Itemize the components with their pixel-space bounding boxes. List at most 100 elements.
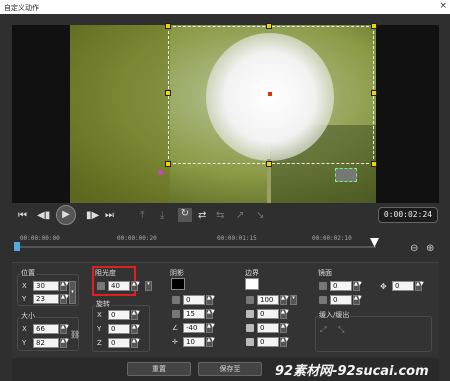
reset-button[interactable]: 重置 bbox=[127, 362, 191, 376]
fade-in-icon[interactable]: ⤢ bbox=[320, 325, 326, 335]
step-back-icon[interactable]: ◀▮ bbox=[37, 210, 50, 221]
position-label: 位置 bbox=[20, 268, 36, 278]
playback-controls: ⏮ ◀▮ ▶ ▮▶ ⏭ ⤒ ⤓ ↻ ⇄ ⇆ ↗ ↘ bbox=[12, 205, 439, 227]
shadow-value-1[interactable]: 0 bbox=[183, 295, 205, 305]
shadow-value-3[interactable]: -40 bbox=[183, 323, 205, 333]
move-icon: ✥ bbox=[380, 282, 387, 291]
shadow-value-4[interactable]: 10 bbox=[183, 337, 205, 347]
position-dropdown[interactable]: ▾ bbox=[69, 281, 76, 304]
opacity-icon bbox=[97, 282, 105, 290]
mini-frame[interactable] bbox=[335, 168, 357, 182]
link-icon[interactable]: ⛓ bbox=[70, 330, 80, 339]
opacity-input[interactable]: 40 bbox=[108, 281, 130, 291]
size-y-spinner[interactable]: ▲▼ bbox=[60, 338, 69, 348]
tick-label: 00:00:00:20 bbox=[117, 235, 157, 242]
mirror-blur-icon bbox=[319, 296, 327, 304]
handle-top-right[interactable] bbox=[371, 23, 377, 29]
handle-left[interactable] bbox=[165, 90, 171, 96]
rotation-x-input[interactable]: 0 bbox=[108, 310, 130, 320]
rotation-label: 旋转 bbox=[95, 299, 111, 309]
border-color-swatch[interactable] bbox=[245, 278, 259, 290]
opacity-label: 阻光度 bbox=[95, 269, 116, 277]
shadow-spinner-1[interactable]: ▲▼ bbox=[206, 295, 215, 305]
rotation-y-input[interactable]: 0 bbox=[108, 324, 130, 334]
border-width-icon bbox=[246, 310, 254, 318]
tick-label: 00:00:00:00 bbox=[20, 235, 60, 242]
border-value-4[interactable]: 0 bbox=[257, 337, 279, 347]
zoom-out-icon[interactable]: ⊖ bbox=[410, 243, 418, 254]
position-x-spinner[interactable]: ▲▼ bbox=[60, 281, 69, 291]
position-y-spinner[interactable]: ▲▼ bbox=[60, 294, 69, 304]
mirror-label: 镜面 bbox=[318, 269, 332, 277]
handle-right[interactable] bbox=[371, 90, 377, 96]
border-value-3[interactable]: 0 bbox=[257, 323, 279, 333]
rotation-z-input[interactable]: 0 bbox=[108, 338, 130, 348]
save-to-button[interactable]: 保存至 bbox=[198, 362, 262, 376]
fade-out-icon[interactable]: ⤡ bbox=[338, 325, 344, 335]
mirror-opacity-icon bbox=[319, 282, 327, 290]
shadow-color-swatch[interactable] bbox=[171, 278, 185, 290]
size-x-input[interactable]: 66 bbox=[33, 324, 59, 334]
fade-label: 缓入/缓出 bbox=[318, 310, 351, 320]
tool-icon-5[interactable]: ⇆ bbox=[216, 210, 224, 221]
mirror-value-2[interactable]: 0 bbox=[330, 295, 352, 305]
timecode-display[interactable]: 0:00:02:24 bbox=[378, 207, 438, 223]
handle-bottom-left[interactable] bbox=[165, 161, 171, 167]
step-forward-icon[interactable]: ▮▶ bbox=[86, 210, 99, 221]
pivot-handle[interactable] bbox=[158, 170, 163, 175]
play-button[interactable]: ▶ bbox=[56, 205, 76, 225]
tool-icon-7[interactable]: ↘ bbox=[256, 210, 264, 221]
border-opacity-icon bbox=[246, 296, 254, 304]
shadow-value-2[interactable]: 15 bbox=[183, 309, 205, 319]
rotation-y-spinner[interactable]: ▲▼ bbox=[131, 324, 140, 334]
shadow-spinner-2[interactable]: ▲▼ bbox=[206, 309, 215, 319]
shadow-spinner-3[interactable]: ▲▼ bbox=[206, 323, 215, 333]
mirror-value-1[interactable]: 0 bbox=[330, 281, 352, 291]
border-spinner-1[interactable]: ▲▼ bbox=[280, 295, 289, 305]
mirror-value-3[interactable]: 0 bbox=[392, 281, 414, 291]
home-icon[interactable]: ⏮ bbox=[18, 210, 27, 221]
center-point[interactable] bbox=[268, 92, 272, 96]
tool-icon-2[interactable]: ⤓ bbox=[160, 210, 164, 221]
rotation-x-spinner[interactable]: ▲▼ bbox=[131, 310, 140, 320]
border-spinner-4[interactable]: ▲▼ bbox=[280, 337, 289, 347]
y-label: Y bbox=[22, 339, 27, 347]
angle-icon: ∠ bbox=[172, 324, 179, 332]
border-spinner-3[interactable]: ▲▼ bbox=[280, 323, 289, 333]
handle-bottom[interactable] bbox=[266, 161, 272, 167]
keyframe-start[interactable] bbox=[14, 242, 20, 251]
shadow-opacity-icon bbox=[172, 296, 180, 304]
border-corner-icon bbox=[246, 324, 254, 332]
swap-icon[interactable]: ⇄ bbox=[198, 210, 206, 221]
size-y-input[interactable]: 82 bbox=[33, 338, 59, 348]
shadow-spinner-4[interactable]: ▲▼ bbox=[206, 337, 215, 347]
rotation-z-spinner[interactable]: ▲▼ bbox=[131, 338, 140, 348]
handle-bottom-right[interactable] bbox=[371, 161, 377, 167]
border-value-1[interactable]: 100 bbox=[257, 295, 279, 305]
border-spinner-2[interactable]: ▲▼ bbox=[280, 309, 289, 319]
position-y-input[interactable]: 23 bbox=[33, 294, 59, 304]
opacity-spinner[interactable]: ▲▼ bbox=[131, 281, 140, 291]
border-dropdown[interactable]: ▾ bbox=[290, 295, 297, 305]
tool-icon-6[interactable]: ↗ bbox=[236, 210, 244, 221]
position-x-input[interactable]: 30 bbox=[33, 281, 59, 291]
tool-icon-3[interactable]: ↻ bbox=[178, 208, 192, 222]
watermark-text: 92素材网-92sucai.com bbox=[275, 364, 429, 379]
border-value-2[interactable]: 0 bbox=[257, 309, 279, 319]
zoom-in-icon[interactable]: ⊕ bbox=[426, 243, 434, 254]
handle-top[interactable] bbox=[266, 23, 272, 29]
x-label: X bbox=[97, 311, 102, 319]
mirror-spinner-2[interactable]: ▲▼ bbox=[353, 295, 362, 305]
timeline-track[interactable] bbox=[16, 246, 376, 248]
border-blur-icon bbox=[246, 338, 254, 346]
tool-icon-1[interactable]: ⤒ bbox=[140, 210, 144, 221]
handle-top-left[interactable] bbox=[165, 23, 171, 29]
end-icon[interactable]: ⏭ bbox=[105, 210, 114, 221]
mirror-spinner-1[interactable]: ▲▼ bbox=[353, 281, 362, 291]
size-x-spinner[interactable]: ▲▼ bbox=[60, 324, 69, 334]
fade-group bbox=[315, 316, 432, 352]
close-icon[interactable]: × bbox=[439, 1, 447, 11]
shadow-blur-icon bbox=[172, 310, 180, 318]
opacity-dropdown[interactable]: ▾ bbox=[145, 281, 152, 291]
mirror-spinner-3[interactable]: ▲▼ bbox=[415, 281, 424, 291]
